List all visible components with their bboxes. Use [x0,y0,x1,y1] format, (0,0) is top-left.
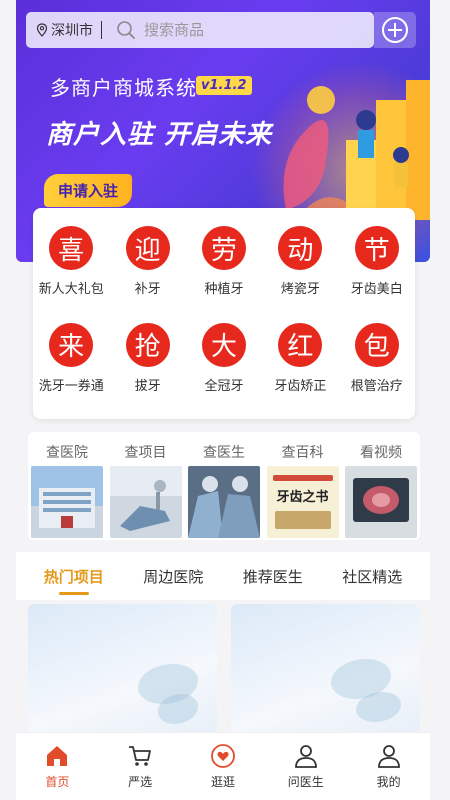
category-label: 种植牙 [204,282,244,297]
category-item[interactable]: 抢拔牙 [109,315,185,412]
nav-home[interactable]: 首页 [22,743,92,790]
user-icon [294,745,317,768]
quick-link-project[interactable]: 查项目 [109,432,182,538]
location-pin-icon [36,23,48,37]
category-label: 根管治疗 [350,378,403,394]
category-item[interactable]: 红牙齿矫正 [262,315,338,412]
plus-circle-icon [382,17,408,43]
category-item[interactable]: 喜新人大礼包 [33,218,109,315]
category-label: 洗牙一券通 [38,378,104,394]
content-tabs: 热门项目 周边医院 推荐医生 社区精选 [16,552,430,600]
nav-label: 逛逛 [210,775,235,789]
category-badge: 喜 [49,226,94,270]
city-selector[interactable]: 深圳市 [26,21,102,39]
nav-profile[interactable]: 我的 [354,743,424,790]
nav-browse[interactable]: 逛逛 [188,743,258,790]
card-decoration [158,694,198,724]
apply-join-button[interactable]: 申请入驻 [44,174,133,207]
category-label: 全冠牙 [204,378,244,394]
category-badge: 迎 [125,226,170,270]
category-label: 新人大礼包 [38,282,104,297]
search-icon [117,21,135,39]
quick-link-label: 看视频 [360,445,402,461]
banner-slogan: 商户入驻 开启未来 [46,120,273,150]
category-grid: 喜新人大礼包 迎补牙 劳种植牙 动烤瓷牙 节牙齿美白 来洗牙一券通 抢拔牙 大全… [33,208,415,419]
hospital-thumbnail [31,466,103,538]
project-card[interactable] [231,604,420,744]
category-badge: 动 [278,226,323,270]
nav-label: 问医生 [287,775,324,789]
home-icon [47,746,68,766]
version-badge: v1.1.2 [196,76,252,95]
add-button[interactable] [374,12,416,48]
search-bar[interactable]: 深圳市 [26,12,374,48]
quick-link-label: 查医生 [203,445,245,461]
category-label: 牙齿美白 [350,282,403,297]
profile-icon [377,745,400,768]
quick-link-video[interactable]: 看视频 [345,432,417,538]
tab-hot-projects[interactable]: 热门项目 [36,562,112,595]
quick-link-encyclopedia[interactable]: 查百科 牙齿之书 [266,432,339,538]
quick-link-doctor[interactable]: 查医生 [188,432,260,538]
book-thumbnail: 牙齿之书 [266,466,339,538]
book-title: 牙齿之书 [276,490,329,505]
nav-selected[interactable]: 严选 [105,743,175,790]
category-badge: 来 [49,322,94,367]
project-card[interactable] [28,604,217,744]
quick-link-label: 查百科 [281,445,324,461]
category-label: 烤瓷牙 [280,282,320,297]
banner-title: 多商户商城系统 [50,76,197,100]
category-item[interactable]: 迎补牙 [109,218,185,315]
search-input[interactable] [144,21,344,39]
category-badge: 节 [354,226,399,270]
category-badge: 包 [354,322,399,367]
nav-label: 我的 [376,775,401,789]
tab-nearby-hospitals[interactable]: 周边医院 [135,562,211,591]
category-item[interactable]: 大全冠牙 [186,315,262,412]
category-badge: 抢 [125,322,170,367]
city-label: 深圳市 [51,23,93,39]
category-item[interactable]: 动烤瓷牙 [262,218,338,315]
nav-ask-doctor[interactable]: 问医生 [271,743,341,790]
tab-recommended-doctors[interactable]: 推荐医生 [235,562,311,591]
category-item[interactable]: 包根管治疗 [339,315,415,412]
category-label: 拔牙 [134,378,161,394]
project-card-list [28,604,420,744]
quick-link-hospital[interactable]: 查医院 [31,432,103,538]
nav-label: 首页 [45,775,70,789]
heart-chat-icon [211,744,235,768]
quick-links: 查医院 查项目 查医生 查百科 牙齿之书 看视频 [28,432,420,540]
bottom-navigation: 首页 严选 逛逛 问医生 我的 [16,732,430,800]
nav-label: 严选 [128,775,153,789]
tab-community[interactable]: 社区精选 [334,562,410,591]
doctor-thumbnail [188,466,260,538]
cart-icon [129,746,152,766]
category-item[interactable]: 来洗牙一券通 [33,315,109,412]
category-label: 牙齿矫正 [274,378,327,394]
quick-link-label: 查项目 [124,445,167,461]
quick-link-label: 查医院 [46,445,88,461]
category-item[interactable]: 节牙齿美白 [339,218,415,315]
category-badge: 劳 [201,226,246,270]
category-label: 补牙 [134,282,161,297]
card-decoration [356,692,401,722]
video-thumbnail [345,466,417,538]
category-badge: 红 [278,322,323,367]
category-badge: 大 [201,322,246,367]
dental-chair-thumbnail [109,466,182,538]
category-item[interactable]: 劳种植牙 [186,218,262,315]
